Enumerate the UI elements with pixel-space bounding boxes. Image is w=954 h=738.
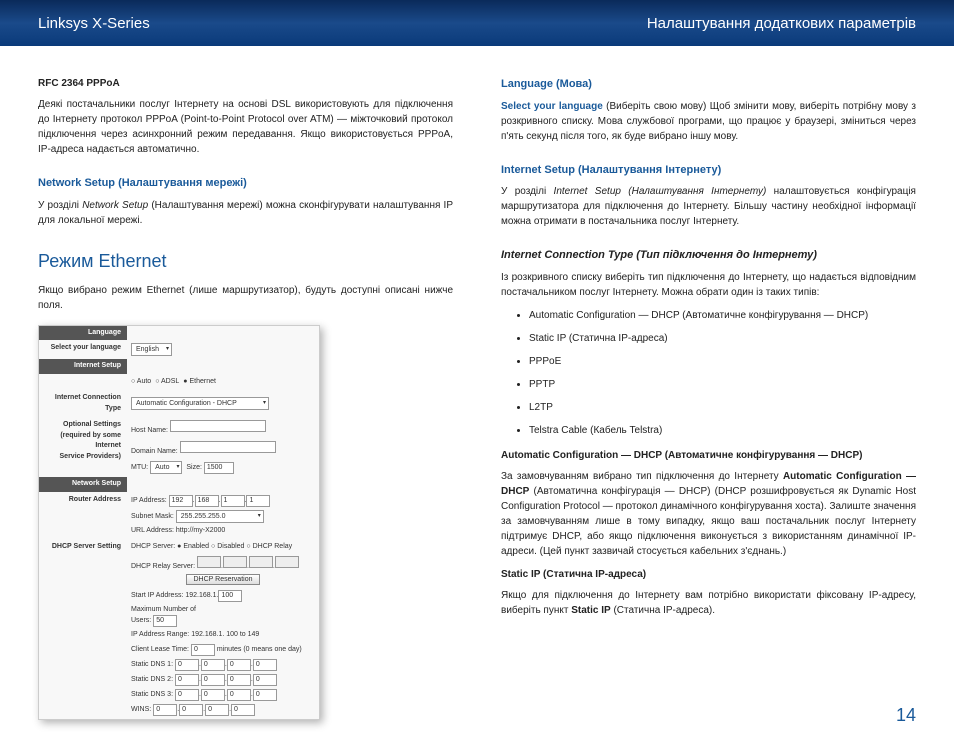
dhcp-disabled-radio[interactable]: Disabled [211, 543, 244, 550]
mtu-size-input[interactable]: 1500 [204, 462, 234, 474]
page-number: 14 [896, 705, 916, 726]
mode-ethernet-radio[interactable]: Ethernet [183, 377, 216, 388]
dns3-input[interactable]: 0 [175, 689, 199, 701]
ethernet-mode-text: Якщо вибрано режим Ethernet (лише маршру… [38, 283, 453, 313]
list-item: PPPoE [529, 354, 916, 369]
header-right: Налаштування додаткових параметрів [647, 15, 916, 32]
domain-input[interactable] [180, 441, 276, 453]
language-select[interactable]: English [131, 343, 172, 356]
connection-types-list: Automatic Configuration — DHCP (Автомати… [501, 308, 916, 438]
right-column: Language (Мова) Select your language (Ви… [501, 76, 916, 720]
page-content: RFC 2364 PPPoA Деякі постачальники послу… [0, 46, 954, 720]
list-item: Telstra Cable (Кабель Telstra) [529, 423, 916, 438]
auto-dhcp-title: Automatic Configuration — DHCP (Автомати… [501, 448, 916, 463]
dhcp-enabled-radio[interactable]: Enabled [177, 543, 209, 550]
list-item: Static IP (Статична IP-адреса) [529, 331, 916, 346]
ethernet-mode-title: Режим Ethernet [38, 248, 453, 275]
hostname-input[interactable] [170, 420, 266, 432]
left-column: RFC 2364 PPPoA Деякі постачальники послу… [38, 76, 453, 720]
static-ip-title: Static IP (Статична IP-адреса) [501, 567, 916, 582]
ict-text: Із розкривного списку виберіть тип підкл… [501, 270, 916, 300]
list-item: PPTP [529, 377, 916, 392]
dhcp-reservation-button[interactable]: DHCP Reservation [186, 574, 259, 585]
auto-dhcp-text: За замовчуванням вибрано тип підключення… [501, 469, 916, 559]
lease-input[interactable]: 0 [191, 644, 215, 656]
subnet-select[interactable]: 255.255.255.0 [176, 510, 264, 523]
language-text: Select your language (Виберіть свою мову… [501, 99, 916, 144]
rfc-title: RFC 2364 PPPoA [38, 76, 453, 91]
wins-input[interactable]: 0 [153, 704, 177, 716]
mode-adsl-radio[interactable]: ADSL [155, 377, 179, 388]
network-setup-text: У розділі Network Setup (Налаштування ме… [38, 198, 453, 228]
dns2-input[interactable]: 0 [175, 674, 199, 686]
static-ip-text: Якщо для підключення до Інтернету вам по… [501, 588, 916, 618]
ip-input[interactable]: 192 [169, 495, 193, 507]
header-left: Linksys X-Series [38, 15, 150, 32]
router-settings-screenshot: Language Select your languageEnglish Int… [38, 325, 320, 720]
network-setup-title: Network Setup (Налаштування мережі) [38, 175, 453, 192]
mode-auto-radio[interactable]: Auto [131, 377, 151, 388]
start-ip-input[interactable]: 100 [218, 590, 242, 602]
ict-select[interactable]: Automatic Configuration - DHCP [131, 397, 269, 410]
rfc-text: Деякі постачальники послуг Інтернету на … [38, 97, 453, 157]
ict-title: Internet Connection Type (Тип підключенн… [501, 247, 916, 264]
dns1-input[interactable]: 0 [175, 659, 199, 671]
language-title: Language (Мова) [501, 76, 916, 93]
list-item: L2TP [529, 400, 916, 415]
internet-setup-title: Internet Setup (Налаштування Інтернету) [501, 162, 916, 179]
internet-setup-text: У розділі Internet Setup (Налаштування І… [501, 184, 916, 229]
max-users-input[interactable]: 50 [153, 615, 177, 627]
list-item: Automatic Configuration — DHCP (Автомати… [529, 308, 916, 323]
page-header: Linksys X-Series Налаштування додаткових… [0, 0, 954, 46]
dhcp-relay-radio[interactable]: DHCP Relay [246, 543, 292, 550]
mtu-select[interactable]: Auto [150, 461, 182, 474]
